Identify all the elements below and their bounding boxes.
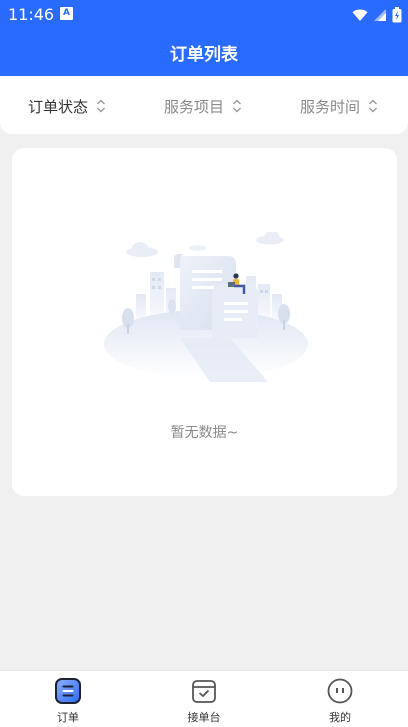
- empty-state-card: 暂无数据~: [12, 148, 397, 496]
- filter-label: 订单状态: [28, 97, 89, 116]
- notification-a-icon: A: [60, 7, 73, 20]
- filter-label: 服务项目: [164, 97, 225, 116]
- status-bar: 11:46 A: [0, 0, 408, 28]
- profile-face-icon: [327, 678, 353, 704]
- filter-service-time[interactable]: 服务时间: [300, 96, 378, 116]
- filter-label: 服务时间: [300, 97, 361, 116]
- tab-label: 我的: [329, 711, 351, 724]
- tab-label: 订单: [57, 711, 79, 724]
- bottom-tab-bar: 订单 接单台 我的: [0, 670, 408, 727]
- calendar-check-icon: [192, 680, 216, 703]
- tab-orders[interactable]: 订单: [28, 677, 108, 725]
- cell-signal-icon: [374, 8, 387, 21]
- top-app-bar: 11:46 A 订单列表: [0, 0, 408, 76]
- sort-icon: [369, 99, 378, 113]
- wifi-icon: [352, 9, 368, 21]
- battery-icon: [392, 6, 402, 22]
- order-list-icon: [55, 678, 81, 704]
- page-title: 订单列表: [170, 45, 238, 65]
- status-time: 11:46: [8, 5, 55, 24]
- tab-label: 接单台: [187, 711, 221, 724]
- status-icons: [352, 5, 402, 23]
- sort-icon: [233, 99, 242, 113]
- filter-bar: 订单状态 服务项目 服务时间: [0, 76, 408, 134]
- empty-state-message: 暂无数据~: [170, 425, 239, 441]
- app-screen: 11:46 A 订单列表 订单状态 服务项目 服务时间 暂无数据~ 订单 接单台…: [0, 0, 408, 727]
- filter-service-item[interactable]: 服务项目: [164, 96, 242, 116]
- tab-profile[interactable]: 我的: [300, 677, 380, 725]
- filter-order-status[interactable]: 订单状态: [28, 96, 106, 116]
- tab-order-desk[interactable]: 接单台: [164, 677, 244, 725]
- sort-icon: [97, 99, 106, 113]
- empty-city-illustration: [104, 232, 308, 382]
